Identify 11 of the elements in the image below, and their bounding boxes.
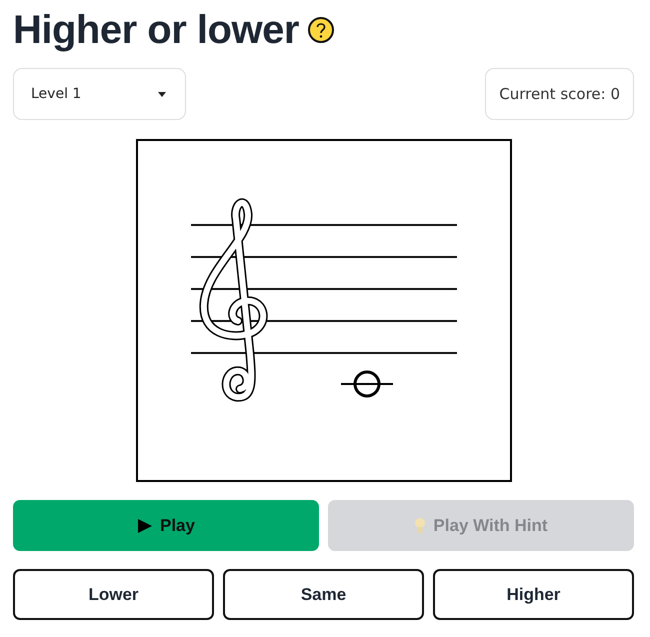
caret-icon <box>158 92 166 96</box>
help-icon[interactable] <box>306 16 335 44</box>
lightbulb-icon <box>414 516 426 534</box>
play-icon <box>137 518 153 534</box>
level-dropdown[interactable]: Level 1 <box>13 68 186 120</box>
play-button[interactable]: Play <box>13 500 319 551</box>
answer-button[interactable]: Higher <box>433 569 634 620</box>
score-display: Current score: 0 <box>485 68 634 120</box>
answer-button[interactable]: Lower <box>13 569 214 620</box>
page-title: Higher or lower <box>13 8 299 52</box>
answer-button[interactable]: Same <box>223 569 424 620</box>
